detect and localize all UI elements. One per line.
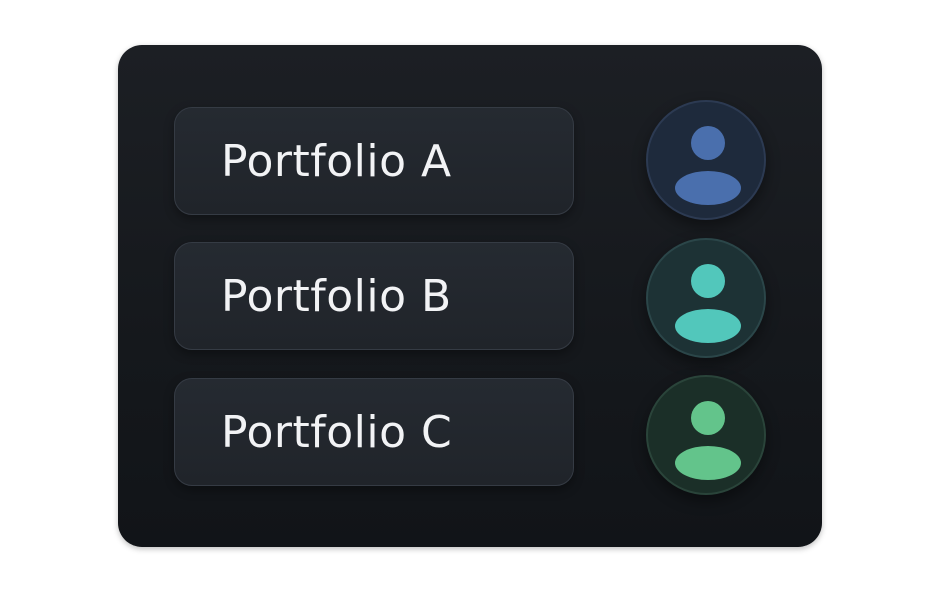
user-icon [675, 401, 741, 480]
portfolio-a-button[interactable]: Portfolio A [174, 107, 574, 215]
user-icon [675, 264, 741, 343]
portfolio-c-button[interactable]: Portfolio C [174, 378, 574, 486]
portfolio-panel: Portfolio A Portfolio B Portfolio C [118, 45, 822, 547]
portfolio-a-label: Portfolio A [221, 135, 452, 187]
portfolio-c-avatar[interactable] [646, 375, 766, 495]
portfolio-b-avatar[interactable] [646, 238, 766, 358]
portfolio-c-label: Portfolio C [221, 406, 453, 458]
user-icon [675, 126, 741, 205]
portfolio-b-button[interactable]: Portfolio B [174, 242, 574, 350]
portfolio-b-label: Portfolio B [221, 270, 452, 322]
portfolio-a-avatar[interactable] [646, 100, 766, 220]
